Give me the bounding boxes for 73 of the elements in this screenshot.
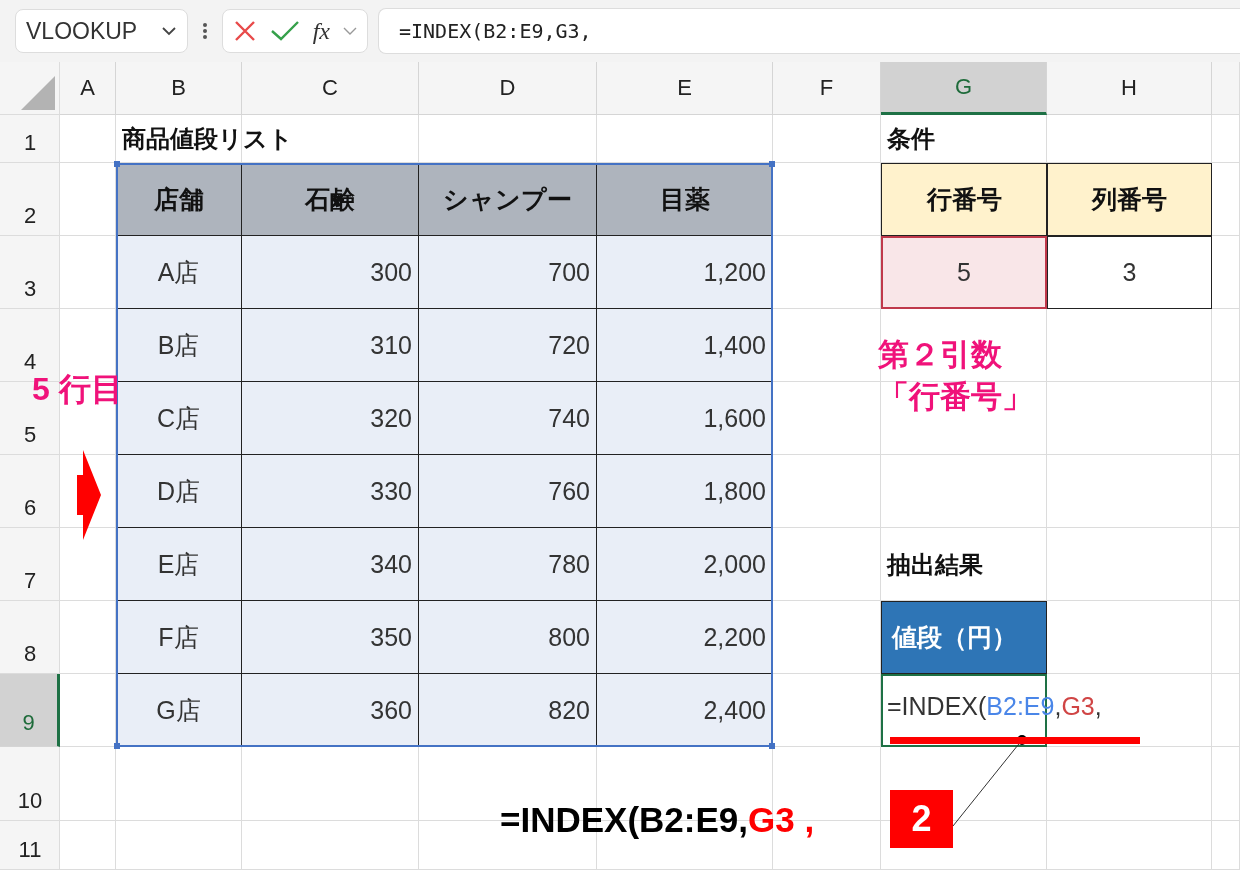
table-cell: 300 [242, 236, 419, 309]
row-header[interactable]: 2 [23, 203, 37, 228]
table-cell: 340 [242, 528, 419, 601]
table-cell: G店 [116, 674, 242, 747]
row-header[interactable]: 9 [0, 674, 60, 747]
row-header[interactable]: 6 [23, 495, 37, 520]
table-header-cell: 列番号 [1047, 163, 1212, 236]
table-cell: C店 [116, 382, 242, 455]
insert-function-button[interactable]: fx [312, 17, 330, 45]
table-cell: 2,400 [597, 674, 773, 747]
formula-annotation: =INDEX(B2:E9,G3 , [500, 800, 815, 840]
table-cell: 2,000 [597, 528, 773, 601]
table-header-cell: 目薬 [597, 163, 773, 236]
column-header[interactable]: G [881, 62, 1047, 115]
row-header[interactable]: 5 [23, 422, 37, 447]
table-cell: 320 [242, 382, 419, 455]
chevron-down-icon [161, 26, 177, 36]
table-cell: 720 [419, 309, 597, 382]
table-cell: 760 [419, 455, 597, 528]
table-cell: 3 [1047, 236, 1212, 309]
select-all-icon[interactable] [21, 76, 55, 110]
table-cell: 2,200 [597, 601, 773, 674]
table-cell: 1,800 [597, 455, 773, 528]
column-header[interactable]: F [773, 62, 881, 115]
table-cell: 1,600 [597, 382, 773, 455]
table-header-cell: 行番号 [881, 163, 1047, 236]
name-box[interactable]: VLOOKUP [15, 9, 188, 53]
column-header[interactable]: A [60, 62, 116, 115]
table-title: 商品値段リスト [121, 124, 294, 154]
row-header[interactable]: 1 [23, 130, 37, 155]
table-cell: 700 [419, 236, 597, 309]
column-header[interactable]: C [242, 62, 419, 115]
row-header[interactable]: 11 [18, 837, 42, 862]
condition-title: 条件 [886, 124, 936, 154]
row-header[interactable]: 8 [23, 641, 37, 666]
table-cell: D店 [116, 455, 242, 528]
table-cell: A店 [116, 236, 242, 309]
table-cell: 360 [242, 674, 419, 747]
argument-annotation: 「行番号」 [878, 378, 1033, 416]
table-cell: 820 [419, 674, 597, 747]
table-cell: 330 [242, 455, 419, 528]
column-header[interactable]: D [419, 62, 597, 115]
check-icon[interactable] [270, 20, 300, 42]
table-cell: 350 [242, 601, 419, 674]
column-header[interactable]: H [1047, 62, 1212, 115]
table-header-cell: シャンプー [419, 163, 597, 236]
column-header[interactable]: B [116, 62, 242, 115]
chevron-down-icon[interactable] [342, 26, 357, 36]
table-cell: 310 [242, 309, 419, 382]
row-header[interactable]: 7 [23, 568, 37, 593]
more-icon[interactable] [202, 21, 208, 41]
table-cell: F店 [116, 601, 242, 674]
column-header[interactable]: E [597, 62, 773, 115]
row-header[interactable]: 4 [23, 349, 37, 374]
table-cell: E店 [116, 528, 242, 601]
table-cell: 780 [419, 528, 597, 601]
right-arrow-icon [77, 450, 101, 540]
table-header-cell: 石鹸 [242, 163, 419, 236]
table-cell: 1,400 [597, 309, 773, 382]
table-header-cell: 値段（円） [881, 601, 1047, 674]
table-cell: B店 [116, 309, 242, 382]
table-cell: 740 [419, 382, 597, 455]
step-badge: 2 [890, 790, 953, 848]
table-cell: 1,200 [597, 236, 773, 309]
formula-field[interactable]: =INDEX(B2:E9,G3, [378, 8, 1240, 54]
table-header-cell: 店舗 [116, 163, 242, 236]
table-cell: 5 [881, 236, 1047, 309]
row-header[interactable]: 10 [17, 788, 43, 813]
table-cell: 800 [419, 601, 597, 674]
result-title: 抽出結果 [885, 549, 984, 580]
cancel-icon[interactable] [233, 19, 258, 43]
row-header[interactable]: 3 [23, 276, 37, 301]
argument-annotation: 第２引数 [878, 336, 1003, 374]
